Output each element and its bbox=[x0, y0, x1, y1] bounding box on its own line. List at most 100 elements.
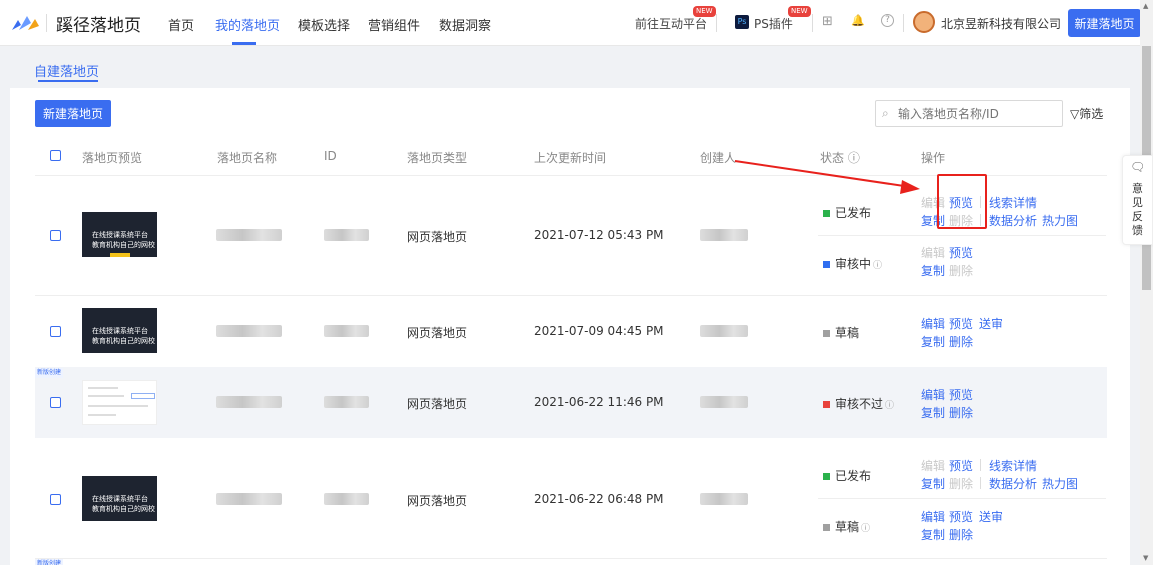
landing-page-list-card: 新建落地页 ⌕ ▽筛选 落地页预览 落地页名称 ID 落地页类型 上次更新时间 … bbox=[10, 88, 1130, 565]
edit-link[interactable]: 编辑 bbox=[921, 386, 945, 403]
header-divider bbox=[812, 14, 813, 32]
new-landing-page-button[interactable]: 新建落地页 bbox=[35, 100, 111, 127]
feedback-label: 意见反馈 bbox=[1132, 182, 1143, 237]
brand-name: 蹊径落地页 bbox=[56, 16, 141, 36]
status-badge: 审核中 ⓘ bbox=[823, 255, 882, 272]
page-id-redacted bbox=[324, 229, 369, 241]
row-checkbox[interactable] bbox=[50, 494, 61, 505]
status-text: 已发布 bbox=[835, 206, 872, 220]
edit-link[interactable]: 编辑 bbox=[921, 508, 945, 525]
delete-link-disabled: 删除 bbox=[949, 477, 974, 491]
new-badge: NEW bbox=[693, 6, 716, 17]
creator-redacted bbox=[700, 229, 748, 241]
preview-link[interactable]: 预览 bbox=[949, 508, 973, 525]
status-badge: 审核不过 ⓘ bbox=[823, 395, 894, 412]
help-icon[interactable]: ? bbox=[881, 14, 894, 27]
heatmap-link[interactable]: 热力图 bbox=[1042, 212, 1078, 229]
col-status: 状态 ⓘ bbox=[820, 151, 860, 165]
nav-home[interactable]: 首页 bbox=[168, 15, 194, 34]
ps-plugin-link[interactable]: PS插件 bbox=[754, 15, 793, 32]
thumb-text: 教育机构自己的网校 bbox=[92, 505, 155, 513]
info-icon[interactable]: ⓘ bbox=[885, 401, 894, 411]
new-version-tag: 新版创建 bbox=[35, 368, 64, 378]
heatmap-link[interactable]: 热力图 bbox=[1042, 475, 1078, 492]
col-actions: 操作 bbox=[921, 151, 946, 165]
nav-templates[interactable]: 模板选择 bbox=[298, 15, 350, 34]
copy-link[interactable]: 复制 bbox=[921, 526, 945, 543]
top-navbar: 蹊径落地页 首页 我的落地页 模板选择 营销组件 数据洞察 前往互动平台 NEW… bbox=[0, 0, 1141, 46]
thumb-line bbox=[88, 395, 124, 397]
landing-page-thumbnail[interactable]: 在线授课系统平台 教育机构自己的网校 bbox=[82, 212, 157, 257]
updated-time: 2021-07-12 05:43 PM bbox=[534, 228, 664, 242]
tab-self-built[interactable]: 自建落地页 bbox=[34, 61, 99, 80]
filter-label: 筛选 bbox=[1079, 107, 1104, 121]
submit-review-link[interactable]: 送审 bbox=[979, 508, 1003, 525]
company-name[interactable]: 北京昱新科技有限公司 bbox=[941, 15, 1061, 32]
edit-link[interactable]: 编辑 bbox=[921, 315, 945, 332]
search-box[interactable]: ⌕ bbox=[875, 100, 1063, 127]
info-icon[interactable]: ⓘ bbox=[861, 524, 870, 534]
scroll-up-icon[interactable]: ▲ bbox=[1143, 2, 1148, 10]
sub-tab-bar: 自建落地页 bbox=[10, 54, 1130, 88]
nav-marketing-components[interactable]: 营销组件 bbox=[368, 15, 420, 34]
submit-review-link[interactable]: 送审 bbox=[979, 315, 1003, 332]
thumb-text: 教育机构自己的网校 bbox=[92, 241, 155, 249]
data-analysis-link[interactable]: 数据分析 bbox=[989, 475, 1037, 492]
search-input[interactable] bbox=[898, 105, 1058, 123]
preview-link[interactable]: 预览 bbox=[949, 315, 973, 332]
landing-page-thumbnail[interactable]: 在线授课系统平台 教育机构自己的网校 bbox=[82, 476, 157, 521]
chat-icon: 🗨 bbox=[1130, 160, 1146, 174]
updated-time: 2021-07-09 04:45 PM bbox=[534, 324, 664, 338]
tab-active-indicator bbox=[38, 80, 98, 82]
photoshop-icon: Ps bbox=[735, 15, 749, 29]
copy-link[interactable]: 复制 bbox=[921, 333, 945, 350]
feedback-tab[interactable]: 🗨 意见反馈 bbox=[1122, 155, 1153, 245]
preview-link[interactable]: 预览 bbox=[949, 386, 973, 403]
avatar[interactable] bbox=[913, 11, 935, 33]
delete-link[interactable]: 删除 bbox=[949, 333, 973, 350]
nav-my-landing-pages[interactable]: 我的落地页 bbox=[215, 15, 280, 34]
page-type: 网页落地页 bbox=[407, 494, 468, 508]
select-all-checkbox[interactable] bbox=[50, 150, 61, 161]
preview-link[interactable]: 预览 bbox=[949, 457, 973, 474]
subrow-divider bbox=[818, 235, 1106, 236]
edit-link-disabled: 编辑 bbox=[921, 246, 946, 260]
delete-link-disabled: 删除 bbox=[949, 264, 974, 278]
row-checkbox[interactable] bbox=[50, 326, 61, 337]
delete-link[interactable]: 删除 bbox=[949, 526, 973, 543]
copy-link[interactable]: 复制 bbox=[921, 404, 945, 421]
thumb-button bbox=[131, 393, 155, 399]
preview-link[interactable]: 预览 bbox=[949, 244, 973, 261]
status-badge: 已发布 bbox=[823, 204, 871, 221]
info-icon[interactable]: ⓘ bbox=[873, 261, 882, 271]
col-preview: 落地页预览 bbox=[82, 151, 143, 165]
row-checkbox[interactable] bbox=[50, 397, 61, 408]
landing-page-thumbnail[interactable] bbox=[82, 380, 157, 425]
new-landing-page-button-header[interactable]: 新建落地页 bbox=[1068, 9, 1141, 37]
interactive-platform-link[interactable]: 前往互动平台 bbox=[635, 15, 707, 32]
page-type: 网页落地页 bbox=[407, 230, 468, 244]
nav-data-insights[interactable]: 数据洞察 bbox=[439, 15, 491, 34]
landing-page-thumbnail[interactable]: 在线授课系统平台 教育机构自己的网校 bbox=[82, 308, 157, 353]
page-id-redacted bbox=[324, 493, 369, 505]
filter-button[interactable]: ▽筛选 bbox=[1070, 105, 1103, 122]
delete-link[interactable]: 删除 bbox=[949, 404, 973, 421]
thumb-text: 在线授课系统平台 bbox=[92, 495, 148, 503]
notification-bell-icon[interactable]: 🔔 bbox=[851, 14, 865, 27]
col-type: 落地页类型 bbox=[407, 151, 468, 165]
data-analysis-link[interactable]: 数据分析 bbox=[989, 212, 1037, 229]
scroll-down-icon[interactable]: ▼ bbox=[1143, 554, 1148, 562]
page-name-redacted bbox=[216, 325, 282, 337]
copy-link[interactable]: 复制 bbox=[921, 475, 945, 492]
lead-details-link[interactable]: 线索详情 bbox=[989, 457, 1037, 474]
qrcode-icon[interactable]: ⊞ bbox=[822, 14, 833, 29]
copy-link[interactable]: 复制 bbox=[921, 262, 945, 279]
thumb-text: 在线授课系统平台 bbox=[92, 327, 148, 335]
creator-redacted bbox=[700, 493, 748, 505]
lead-details-link[interactable]: 线索详情 bbox=[989, 194, 1037, 211]
status-badge: 草稿 bbox=[823, 324, 859, 341]
thumb-text: 在线授课系统平台 bbox=[92, 231, 148, 239]
row-divider bbox=[35, 295, 1107, 296]
filter-icon: ▽ bbox=[1070, 107, 1080, 121]
row-checkbox[interactable] bbox=[50, 230, 61, 241]
